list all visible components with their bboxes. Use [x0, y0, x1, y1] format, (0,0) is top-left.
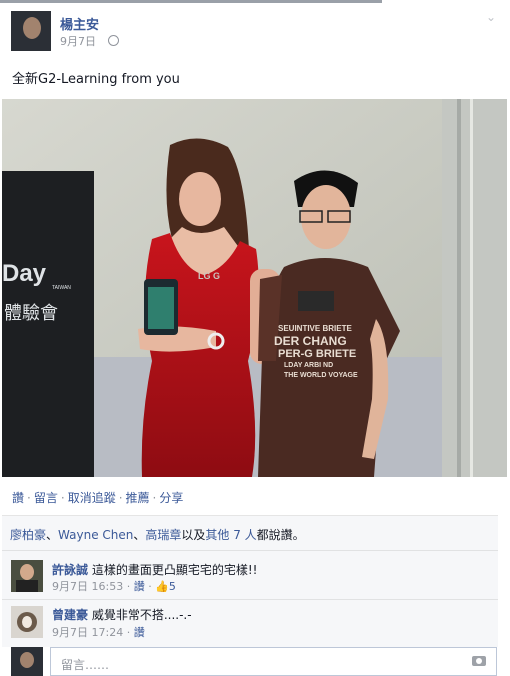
- top-scroll-bar: [0, 0, 382, 3]
- comment-row: 曾建豪 威覺非常不搭....-.- 9月7日 17:24 · 讚: [2, 599, 498, 647]
- shirt-line-3: PER-G BRIETE: [278, 348, 356, 360]
- comment-input[interactable]: 留言……: [50, 647, 497, 676]
- commenter-name[interactable]: 曾建豪: [52, 608, 88, 622]
- banner-title: Day: [2, 260, 47, 287]
- like-action[interactable]: 讚: [12, 491, 24, 505]
- likes-summary: 廖柏豪、Wayne Chen、高瑞章以及其他 7 人都說讚。: [10, 528, 305, 542]
- post-photo[interactable]: Day TAIWAN 體驗會 LG G SEUINTIVE BRIETE DER…: [2, 99, 507, 477]
- post-card: 楊主安 9月7日 ⌄ 全新G2-Learning from you Day TA…: [0, 0, 510, 676]
- author-avatar[interactable]: [11, 11, 51, 51]
- post-date[interactable]: 9月7日: [60, 33, 96, 49]
- comment-meta: 9月7日 17:24 · 讚: [52, 626, 145, 639]
- post-actions: 讚 · 留言 · 取消追蹤 · 推薦 · 分享: [12, 491, 184, 505]
- comment-text-line: 許詠誠 這樣的畫面更凸顯宅宅的宅樣!!: [52, 563, 258, 577]
- shirt-line-4: LDAY ARBI ND: [284, 362, 333, 369]
- commenter-avatar[interactable]: [11, 560, 43, 592]
- comment-like-action[interactable]: 讚: [134, 626, 145, 639]
- comment-like-count[interactable]: 5: [169, 580, 176, 593]
- commenter-avatar[interactable]: [11, 606, 43, 638]
- shirt-line-2: DER CHANG: [274, 334, 347, 348]
- reply-avatar: [11, 647, 43, 676]
- comment-like-action[interactable]: 讚: [134, 580, 145, 593]
- comment-meta: 9月7日 16:53 · 讚 · 👍5: [52, 580, 176, 593]
- shirt-line-1: SEUINTIVE BRIETE: [278, 324, 352, 333]
- belt-text: LG G: [198, 271, 220, 281]
- comment-action[interactable]: 留言: [34, 491, 58, 505]
- share-action[interactable]: 分享: [159, 491, 183, 505]
- banner-sub: 體驗會: [4, 303, 58, 324]
- globe-icon: [108, 35, 119, 46]
- commenter-name[interactable]: 許詠誠: [52, 563, 88, 577]
- post-text: 全新G2-Learning from you: [12, 72, 180, 87]
- liker-2[interactable]: Wayne Chen: [58, 528, 133, 542]
- author-name[interactable]: 楊主安: [60, 14, 99, 33]
- unfollow-action[interactable]: 取消追蹤: [68, 491, 116, 505]
- liker-3[interactable]: 高瑞章: [145, 528, 181, 542]
- camera-icon[interactable]: [472, 656, 486, 666]
- recommend-action[interactable]: 推薦: [126, 491, 150, 505]
- thumbs-up-icon: 👍: [155, 580, 169, 593]
- liker-1[interactable]: 廖柏豪: [10, 528, 46, 542]
- comment-row: 許詠誠 這樣的畫面更凸顯宅宅的宅樣!! 9月7日 16:53 · 讚 · 👍5: [2, 550, 498, 600]
- shirt-line-5: THE WORLD VOYAGE: [284, 372, 358, 379]
- banner-small: TAIWAN: [52, 285, 71, 291]
- chevron-down-icon[interactable]: ⌄: [486, 10, 496, 24]
- comment-text-line: 曾建豪 威覺非常不搭....-.-: [52, 608, 192, 622]
- likers-others[interactable]: 其他 7 人: [205, 528, 256, 542]
